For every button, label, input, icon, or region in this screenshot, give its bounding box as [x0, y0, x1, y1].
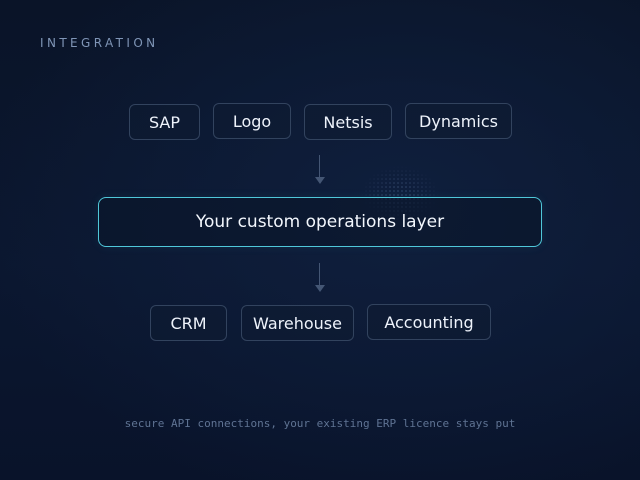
source-chip-logo: Logo: [213, 103, 291, 139]
connector-arrow-down: [315, 263, 325, 293]
destination-chip-accounting: Accounting: [367, 304, 491, 340]
source-chip-dynamics: Dynamics: [405, 103, 512, 139]
destination-chip-warehouse: Warehouse: [241, 305, 354, 341]
section-eyebrow: INTEGRATION: [40, 36, 159, 50]
source-chip-netsis: Netsis: [304, 104, 392, 140]
destination-chip-crm: CRM: [150, 305, 227, 341]
connector-arrow-down: [315, 155, 325, 185]
source-chip-sap: SAP: [129, 104, 200, 140]
footnote-caption: secure API connections, your existing ER…: [124, 417, 516, 430]
custom-operations-layer: Your custom operations layer: [98, 197, 542, 247]
